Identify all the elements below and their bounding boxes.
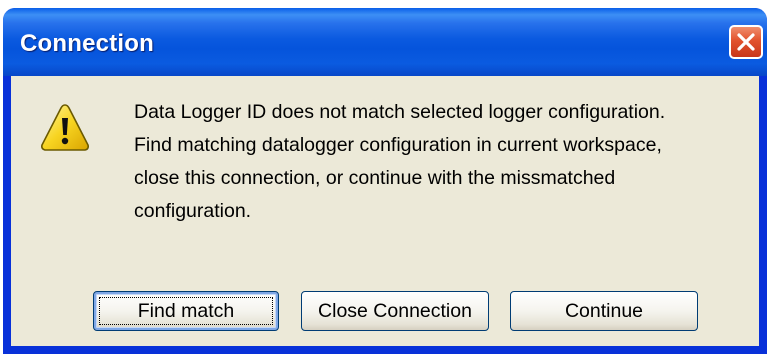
title-bar[interactable]: Connection [3, 8, 767, 76]
close-connection-label: Close Connection [318, 300, 472, 322]
message-text: Data Logger ID does not match selected l… [134, 96, 754, 228]
message-line: close this connection, or continue with … [134, 167, 616, 189]
continue-label: Continue [564, 300, 644, 322]
dialog-body: Data Logger ID does not match selected l… [11, 76, 759, 346]
find-match-label: Find match [137, 300, 235, 322]
message-line: Find matching datalogger configuration i… [134, 134, 662, 156]
continue-button[interactable]: Continue [510, 291, 698, 331]
dialog-window: Connection Data Logger ID does not match… [3, 8, 767, 354]
find-match-button[interactable]: Find match [93, 291, 279, 331]
dialog-title: Connection [20, 30, 154, 57]
message-line: Data Logger ID does not match selected l… [134, 101, 666, 123]
close-connection-button[interactable]: Close Connection [301, 291, 489, 331]
warning-icon [41, 104, 89, 151]
close-button[interactable] [729, 25, 763, 59]
close-icon [737, 33, 755, 51]
message-line: configuration. [134, 200, 252, 222]
